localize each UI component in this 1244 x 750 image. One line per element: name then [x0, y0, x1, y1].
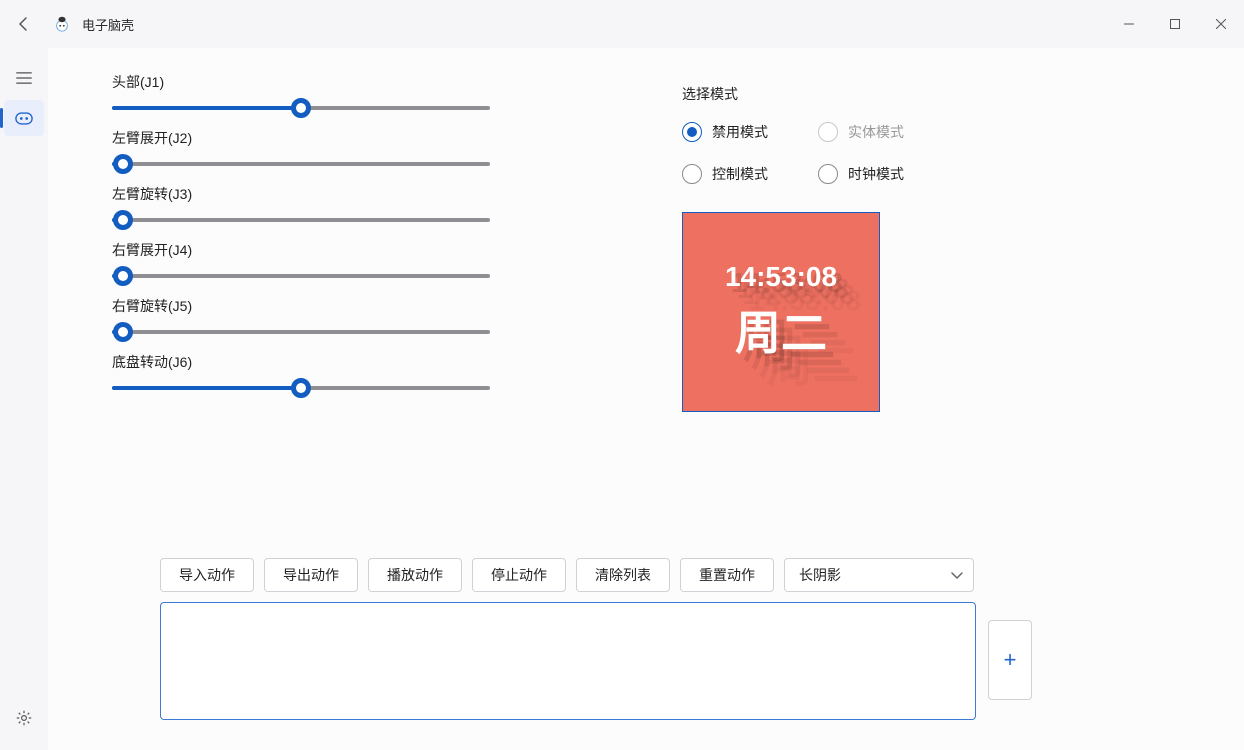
radio-label: 实体模式 — [848, 122, 904, 142]
chevron-down-icon — [951, 567, 963, 583]
slider-fill — [112, 386, 301, 390]
stop-action-button[interactable]: 停止动作 — [472, 558, 566, 592]
slider-track[interactable] — [112, 386, 490, 390]
slider-thumb[interactable] — [291, 98, 311, 118]
slider-label: 底盘转动(J6) — [112, 352, 602, 372]
radio-outer-icon — [818, 122, 838, 142]
mode-radio-0[interactable]: 禁用模式 — [682, 122, 802, 142]
mode-radio-2[interactable]: 控制模式 — [682, 164, 802, 184]
app-icon — [52, 14, 72, 34]
radio-outer-icon — [682, 164, 702, 184]
right-column: 选择模式 禁用模式 实体模式控制模式 时钟模式 14:53:08 周二 — [682, 72, 1204, 412]
app-window: 电子脑壳 — [0, 0, 1244, 750]
window-controls — [1106, 0, 1244, 48]
slider-label: 右臂展开(J4) — [112, 240, 602, 260]
slider-track[interactable] — [112, 106, 490, 110]
maximize-button[interactable] — [1152, 0, 1198, 48]
clock-time: 14:53:08 — [725, 261, 837, 293]
slider-thumb[interactable] — [113, 154, 133, 174]
clock-weekday: 周二 — [735, 297, 827, 363]
arrow-left-icon — [16, 16, 32, 32]
export-action-button[interactable]: 导出动作 — [264, 558, 358, 592]
slider-track[interactable] — [112, 330, 490, 334]
close-icon — [1216, 19, 1226, 29]
slider-track[interactable] — [112, 162, 490, 166]
action-row: 导入动作 导出动作 播放动作 停止动作 清除列表 重置动作 长阴影 — [160, 558, 974, 592]
radio-label: 控制模式 — [712, 164, 768, 184]
radio-outer-icon — [682, 122, 702, 142]
minimize-button[interactable] — [1106, 0, 1152, 48]
radio-label: 时钟模式 — [848, 164, 904, 184]
settings-button-wrap — [0, 700, 48, 736]
robot-icon — [15, 112, 33, 125]
slider-thumb[interactable] — [291, 378, 311, 398]
menu-button[interactable] — [4, 60, 44, 96]
sidebar — [0, 48, 48, 750]
play-action-button[interactable]: 播放动作 — [368, 558, 462, 592]
sliders-column: 头部(J1) 左臂展开(J2) 左臂旋转(J3) 右臂展开(J4) 右臂旋转(J5) 底盘… — [112, 72, 602, 412]
hamburger-icon — [16, 72, 32, 84]
slider-fill — [112, 106, 301, 110]
slider-thumb[interactable] — [113, 322, 133, 342]
add-action-button[interactable]: + — [988, 620, 1032, 700]
titlebar: 电子脑壳 — [0, 0, 1244, 48]
slider-2: 左臂旋转(J3) — [112, 184, 602, 222]
effect-select[interactable]: 长阴影 — [784, 558, 974, 592]
gear-icon — [16, 710, 32, 726]
plus-icon: + — [1004, 647, 1017, 673]
import-action-button[interactable]: 导入动作 — [160, 558, 254, 592]
maximize-icon — [1170, 19, 1180, 29]
slider-1: 左臂展开(J2) — [112, 128, 602, 166]
close-button[interactable] — [1198, 0, 1244, 48]
slider-thumb[interactable] — [113, 210, 133, 230]
effect-select-value: 长阴影 — [799, 565, 841, 585]
slider-3: 右臂展开(J4) — [112, 240, 602, 278]
content-area: 头部(J1) 左臂展开(J2) 左臂旋转(J3) 右臂展开(J4) 右臂旋转(J5) 底盘… — [48, 48, 1244, 750]
slider-label: 右臂旋转(J5) — [112, 296, 602, 316]
slider-thumb[interactable] — [113, 266, 133, 286]
mode-title: 选择模式 — [682, 84, 1204, 104]
sidebar-item-robot[interactable] — [4, 100, 44, 136]
mode-radio-group: 禁用模式 实体模式控制模式 时钟模式 — [682, 122, 1204, 184]
slider-4: 右臂旋转(J5) — [112, 296, 602, 334]
clear-list-button[interactable]: 清除列表 — [576, 558, 670, 592]
radio-outer-icon — [818, 164, 838, 184]
slider-label: 左臂旋转(J3) — [112, 184, 602, 204]
reset-action-button[interactable]: 重置动作 — [680, 558, 774, 592]
mode-radio-3[interactable]: 时钟模式 — [818, 164, 938, 184]
app-title: 电子脑壳 — [82, 15, 134, 34]
slider-label: 头部(J1) — [112, 72, 602, 92]
action-list-box[interactable] — [160, 602, 976, 720]
minimize-icon — [1124, 19, 1134, 29]
slider-0: 头部(J1) — [112, 72, 602, 110]
slider-5: 底盘转动(J6) — [112, 352, 602, 390]
radio-inner-icon — [687, 127, 697, 137]
mode-radio-1: 实体模式 — [818, 122, 938, 142]
slider-label: 左臂展开(J2) — [112, 128, 602, 148]
slider-track[interactable] — [112, 218, 490, 222]
settings-button[interactable] — [4, 700, 44, 736]
clock-card: 14:53:08 周二 — [682, 212, 880, 412]
radio-label: 禁用模式 — [712, 122, 768, 142]
back-button[interactable] — [12, 12, 36, 36]
slider-track[interactable] — [112, 274, 490, 278]
